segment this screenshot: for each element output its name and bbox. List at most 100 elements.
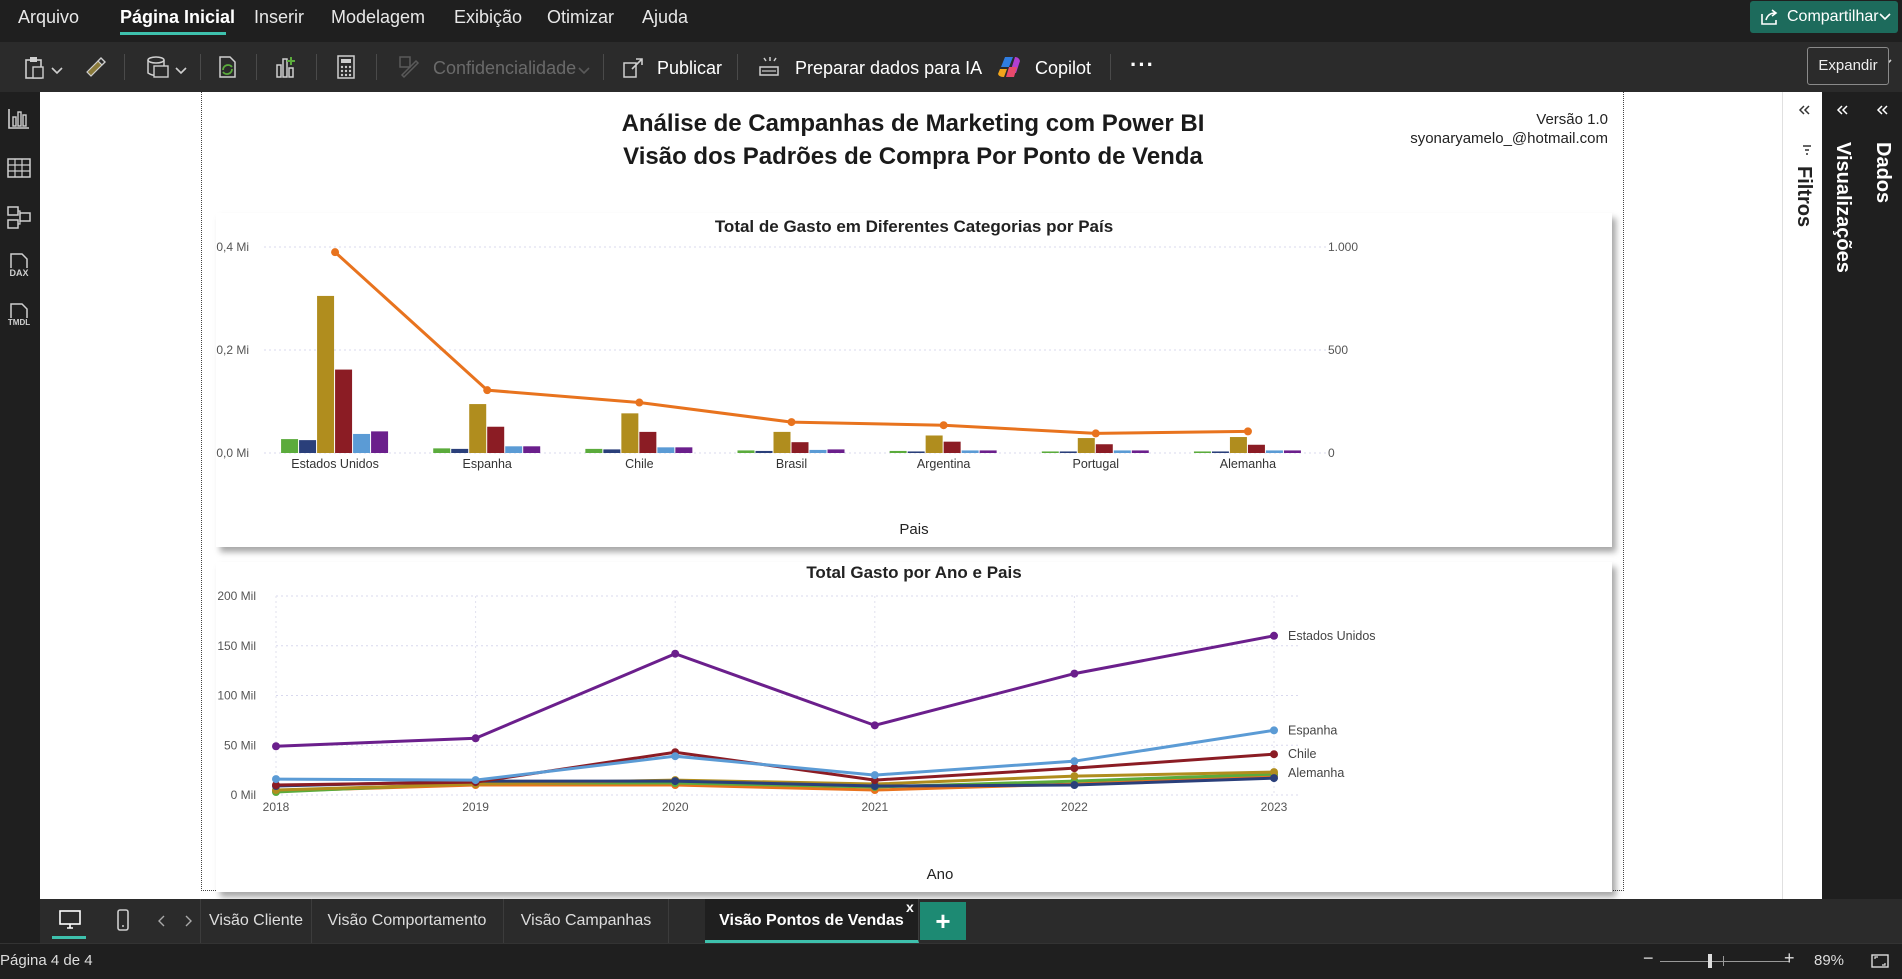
dax-query-icon[interactable]: DAX bbox=[6, 252, 32, 278]
bar-line-chart-card[interactable]: Total de Gasto em Diferentes Categorias … bbox=[216, 213, 1612, 547]
bar-series bbox=[281, 295, 1301, 453]
tab-visao-cliente[interactable]: Visão Cliente bbox=[200, 899, 312, 943]
format-painter-icon[interactable] bbox=[84, 56, 106, 78]
line-chart-card[interactable]: Total Gasto por Ano e Pais Ano 0 Mil 50 M… bbox=[216, 562, 1612, 892]
bar bbox=[755, 450, 773, 453]
series-point bbox=[272, 742, 280, 751]
scroll-right-icon[interactable] bbox=[184, 915, 192, 927]
menu-ajuda[interactable]: Ajuda bbox=[642, 7, 688, 28]
tab-visao-comportamento[interactable]: Visão Comportamento bbox=[311, 899, 504, 943]
menu-pagina-inicial[interactable]: Página Inicial bbox=[120, 7, 235, 28]
filtros-label[interactable]: Filtros bbox=[1792, 166, 1815, 227]
get-data-icon[interactable] bbox=[146, 55, 170, 79]
zoom-level[interactable]: 89% bbox=[1814, 952, 1844, 969]
zoom-in-button[interactable]: + bbox=[1784, 948, 1795, 969]
zoom-out-button[interactable]: − bbox=[1643, 948, 1654, 969]
bar bbox=[1113, 450, 1131, 453]
close-tab-icon[interactable]: x bbox=[906, 899, 914, 915]
bar bbox=[943, 441, 961, 453]
series-point bbox=[1270, 750, 1278, 759]
table-view-icon[interactable] bbox=[6, 155, 32, 181]
fit-to-page-icon[interactable] bbox=[1870, 953, 1890, 969]
status-bar: Página 4 de 4 − + 89% bbox=[0, 943, 1902, 979]
tab-visao-pontos-de-vendas[interactable]: Visão Pontos de Vendas bbox=[705, 899, 919, 943]
report-view-icon[interactable] bbox=[6, 105, 32, 131]
dados-label[interactable]: Dados bbox=[1871, 142, 1894, 203]
expand-icon[interactable] bbox=[1836, 105, 1848, 115]
y2-tick-label: 500 bbox=[1328, 343, 1348, 357]
toolbar-separator bbox=[376, 54, 377, 80]
dax-label: DAX bbox=[6, 268, 32, 278]
copilot-icon[interactable] bbox=[997, 55, 1023, 79]
menu-inserir[interactable]: Inserir bbox=[254, 7, 304, 28]
expand-icon[interactable] bbox=[1876, 105, 1888, 115]
more-options-icon[interactable]: ··· bbox=[1130, 52, 1155, 78]
zoom-slider-thumb[interactable] bbox=[1708, 954, 1712, 968]
series-point bbox=[1270, 774, 1278, 783]
data-pane[interactable]: Dados bbox=[1862, 92, 1902, 899]
series-point bbox=[1270, 631, 1278, 640]
menu-arquivo[interactable]: Arquivo bbox=[18, 7, 79, 28]
menu-otimizar[interactable]: Otimizar bbox=[547, 7, 614, 28]
bar bbox=[621, 413, 639, 453]
menu-exibicao[interactable]: Exibição bbox=[454, 7, 522, 28]
toolbar-separator bbox=[603, 54, 604, 80]
series-label: Alemanha bbox=[1288, 766, 1344, 780]
report-page: Análise de Campanhas de Marketing com Po… bbox=[201, 92, 1624, 892]
new-visual-icon[interactable] bbox=[274, 55, 298, 79]
chevron-down-icon[interactable] bbox=[175, 67, 187, 75]
visualizacoes-label[interactable]: Visualizações bbox=[1831, 142, 1854, 273]
calculator-icon[interactable] bbox=[336, 55, 356, 79]
y-tick-label: 150 Mil bbox=[217, 639, 256, 653]
model-view-icon[interactable] bbox=[6, 204, 32, 230]
x-axis-label: Pais bbox=[899, 521, 928, 538]
layout-active-indicator bbox=[52, 936, 86, 939]
x-tick-label: 2020 bbox=[662, 800, 689, 814]
line-chart[interactable]: Total Gasto por Ano e Pais Ano 0 Mil 50 M… bbox=[216, 562, 1612, 892]
prepare-data-icon[interactable] bbox=[758, 55, 782, 79]
bar bbox=[585, 448, 603, 453]
series-point bbox=[1070, 781, 1079, 790]
line-point bbox=[331, 248, 340, 257]
x-tick-label: Alemanha bbox=[1220, 457, 1276, 471]
chevron-down-icon[interactable] bbox=[51, 67, 63, 75]
bar bbox=[961, 450, 979, 453]
series-point bbox=[671, 649, 680, 658]
mobile-layout-icon[interactable] bbox=[116, 909, 130, 931]
bar bbox=[1059, 451, 1077, 453]
share-button[interactable]: Compartilhar bbox=[1750, 1, 1898, 33]
filters-pane[interactable]: Filtros bbox=[1782, 92, 1823, 899]
refresh-icon[interactable] bbox=[216, 55, 240, 79]
bar bbox=[1193, 451, 1211, 453]
paste-icon[interactable] bbox=[24, 56, 46, 80]
tab-visao-campanhas[interactable]: Visão Campanhas bbox=[504, 899, 669, 943]
series-point bbox=[870, 771, 879, 780]
bar bbox=[451, 448, 469, 453]
x-tick-label: Espanha bbox=[463, 457, 512, 471]
publicar-button[interactable]: Publicar bbox=[657, 58, 722, 79]
desktop-layout-icon[interactable] bbox=[58, 909, 82, 931]
chart-title: Total de Gasto em Diferentes Categorias … bbox=[715, 217, 1113, 236]
version-label: Versão 1.0 bbox=[1536, 111, 1608, 128]
tmdl-view-icon[interactable]: TMDL bbox=[6, 302, 32, 328]
series-label: Espanha bbox=[1288, 723, 1337, 737]
line-point bbox=[483, 386, 492, 395]
line-series bbox=[272, 631, 1278, 797]
scroll-left-icon[interactable] bbox=[158, 915, 166, 927]
chevron-down-icon bbox=[578, 67, 590, 75]
toolbar-separator bbox=[256, 54, 257, 80]
bar-line-chart[interactable]: Total de Gasto em Diferentes Categorias … bbox=[216, 213, 1612, 547]
x-tick-label: 2022 bbox=[1061, 800, 1088, 814]
preparar-dados-button[interactable]: Preparar dados para IA bbox=[795, 58, 982, 79]
copilot-button[interactable]: Copilot bbox=[1035, 58, 1091, 79]
visualizations-pane[interactable]: Visualizações bbox=[1822, 92, 1862, 899]
bar bbox=[335, 369, 353, 453]
menu-bar: Arquivo Página Inicial Inserir Modelagem… bbox=[0, 0, 1902, 35]
ribbon-toolbar: Confidencialidade Publicar Preparar dado… bbox=[0, 42, 1902, 92]
collapse-icon[interactable] bbox=[1798, 105, 1810, 115]
menu-modelagem[interactable]: Modelagem bbox=[331, 7, 425, 28]
bar bbox=[603, 449, 621, 453]
bar bbox=[773, 431, 791, 453]
publish-icon[interactable] bbox=[622, 55, 646, 79]
add-page-button[interactable]: + bbox=[920, 902, 966, 940]
